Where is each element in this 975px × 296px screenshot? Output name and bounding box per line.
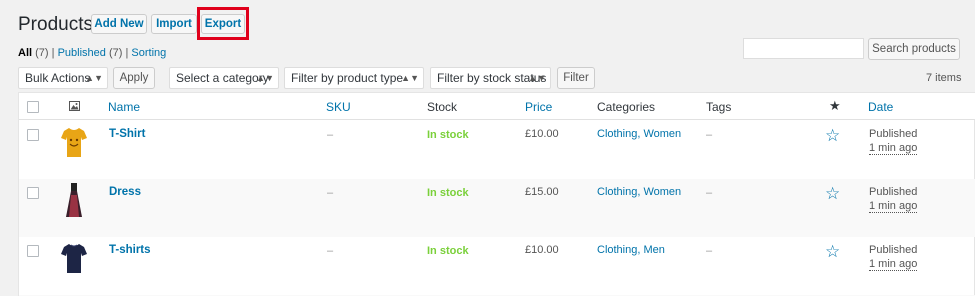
filter-button[interactable]: Filter bbox=[557, 67, 595, 89]
export-highlight-box bbox=[197, 7, 249, 40]
filter-all-link[interactable]: All bbox=[18, 47, 32, 59]
table-row: T-shirts – In stock £10.00 Clothing, Men… bbox=[19, 237, 975, 295]
bulk-actions-select[interactable]: Bulk Actions ▲▼ bbox=[18, 67, 108, 89]
sku-value: – bbox=[327, 187, 334, 199]
column-header-stock: Stock bbox=[427, 100, 458, 114]
publish-time: 1 min ago bbox=[869, 200, 918, 213]
column-header-sku[interactable]: SKU bbox=[326, 100, 351, 114]
apply-button[interactable]: Apply bbox=[113, 67, 155, 89]
select-all-checkbox[interactable] bbox=[27, 101, 39, 113]
search-products-button[interactable]: Search products bbox=[868, 38, 960, 60]
stock-status-badge: In stock bbox=[427, 245, 469, 257]
featured-star-icon[interactable]: ☆ bbox=[825, 185, 840, 202]
table-header: Name SKU Stock Price Categories Tags ★ D… bbox=[19, 93, 975, 120]
status-filter-links: All (7) | Published (7) | Sorting bbox=[18, 47, 166, 59]
column-header-tags: Tags bbox=[706, 100, 732, 114]
select-arrows-icon: ▲▼ bbox=[528, 73, 546, 83]
dress-icon[interactable] bbox=[65, 183, 83, 217]
filter-all-count: (7) bbox=[35, 47, 49, 59]
image-icon bbox=[69, 101, 80, 111]
column-header-date[interactable]: Date bbox=[868, 100, 893, 114]
featured-star-icon[interactable]: ★ bbox=[829, 98, 841, 114]
featured-star-icon[interactable]: ☆ bbox=[825, 127, 840, 144]
categories-link[interactable]: Clothing, Women bbox=[597, 186, 681, 198]
column-header-name[interactable]: Name bbox=[108, 100, 140, 114]
select-arrows-icon: ▲▼ bbox=[256, 73, 274, 83]
yellow-tshirt-icon[interactable] bbox=[61, 126, 87, 158]
import-button[interactable]: Import bbox=[151, 14, 197, 34]
table-row: T-Shirt – In stock £10.00 Clothing, Wome… bbox=[19, 121, 975, 179]
price-value: £10.00 bbox=[525, 128, 559, 140]
navy-tshirt-icon[interactable] bbox=[61, 242, 87, 274]
price-value: £15.00 bbox=[525, 186, 559, 198]
separator: | bbox=[125, 47, 129, 59]
table-row: Dress – In stock £15.00 Clothing, Women … bbox=[19, 179, 975, 237]
tags-value: – bbox=[706, 245, 713, 257]
products-table: Name SKU Stock Price Categories Tags ★ D… bbox=[18, 92, 975, 296]
search-input[interactable] bbox=[743, 38, 864, 59]
stock-status-badge: In stock bbox=[427, 187, 469, 199]
filter-published-link[interactable]: Published bbox=[58, 47, 106, 59]
categories-link[interactable]: Clothing, Men bbox=[597, 244, 665, 256]
row-checkbox[interactable] bbox=[27, 245, 39, 257]
publish-status: Published bbox=[869, 244, 918, 256]
publish-time: 1 min ago bbox=[869, 142, 918, 155]
publish-status: Published bbox=[869, 128, 918, 140]
row-checkbox[interactable] bbox=[27, 129, 39, 141]
select-arrows-icon: ▲▼ bbox=[85, 73, 103, 83]
stock-status-badge: In stock bbox=[427, 129, 469, 141]
sku-value: – bbox=[327, 245, 334, 257]
product-name-link[interactable]: T-shirts bbox=[109, 244, 151, 256]
page-title: Products bbox=[18, 14, 93, 35]
category-value: Select a category bbox=[176, 71, 269, 85]
product-name-link[interactable]: T-Shirt bbox=[109, 128, 145, 140]
categories-link[interactable]: Clothing, Women bbox=[597, 128, 681, 140]
tags-value: – bbox=[706, 129, 713, 141]
column-header-categories: Categories bbox=[597, 100, 656, 114]
publish-status: Published bbox=[869, 186, 918, 198]
product-type-value: Filter by product type bbox=[291, 71, 404, 85]
items-count: 7 items bbox=[926, 72, 962, 84]
price-value: £10.00 bbox=[525, 244, 559, 256]
column-header-price[interactable]: Price bbox=[525, 100, 552, 114]
stock-status-select[interactable]: Filter by stock status ▲▼ bbox=[430, 67, 551, 89]
product-type-select[interactable]: Filter by product type ▲▼ bbox=[284, 67, 424, 89]
sku-value: – bbox=[327, 129, 334, 141]
tags-value: – bbox=[706, 187, 713, 199]
sorting-link[interactable]: Sorting bbox=[131, 47, 166, 59]
separator: | bbox=[51, 47, 55, 59]
featured-star-icon[interactable]: ☆ bbox=[825, 243, 840, 260]
publish-time: 1 min ago bbox=[869, 258, 918, 271]
row-checkbox[interactable] bbox=[27, 187, 39, 199]
product-name-link[interactable]: Dress bbox=[109, 186, 141, 198]
filter-published-count: (7) bbox=[108, 47, 123, 59]
add-new-button[interactable]: Add New bbox=[91, 14, 147, 34]
bulk-actions-value: Bulk Actions bbox=[25, 71, 91, 85]
category-select[interactable]: Select a category ▲▼ bbox=[169, 67, 279, 89]
select-arrows-icon: ▲▼ bbox=[401, 73, 419, 83]
